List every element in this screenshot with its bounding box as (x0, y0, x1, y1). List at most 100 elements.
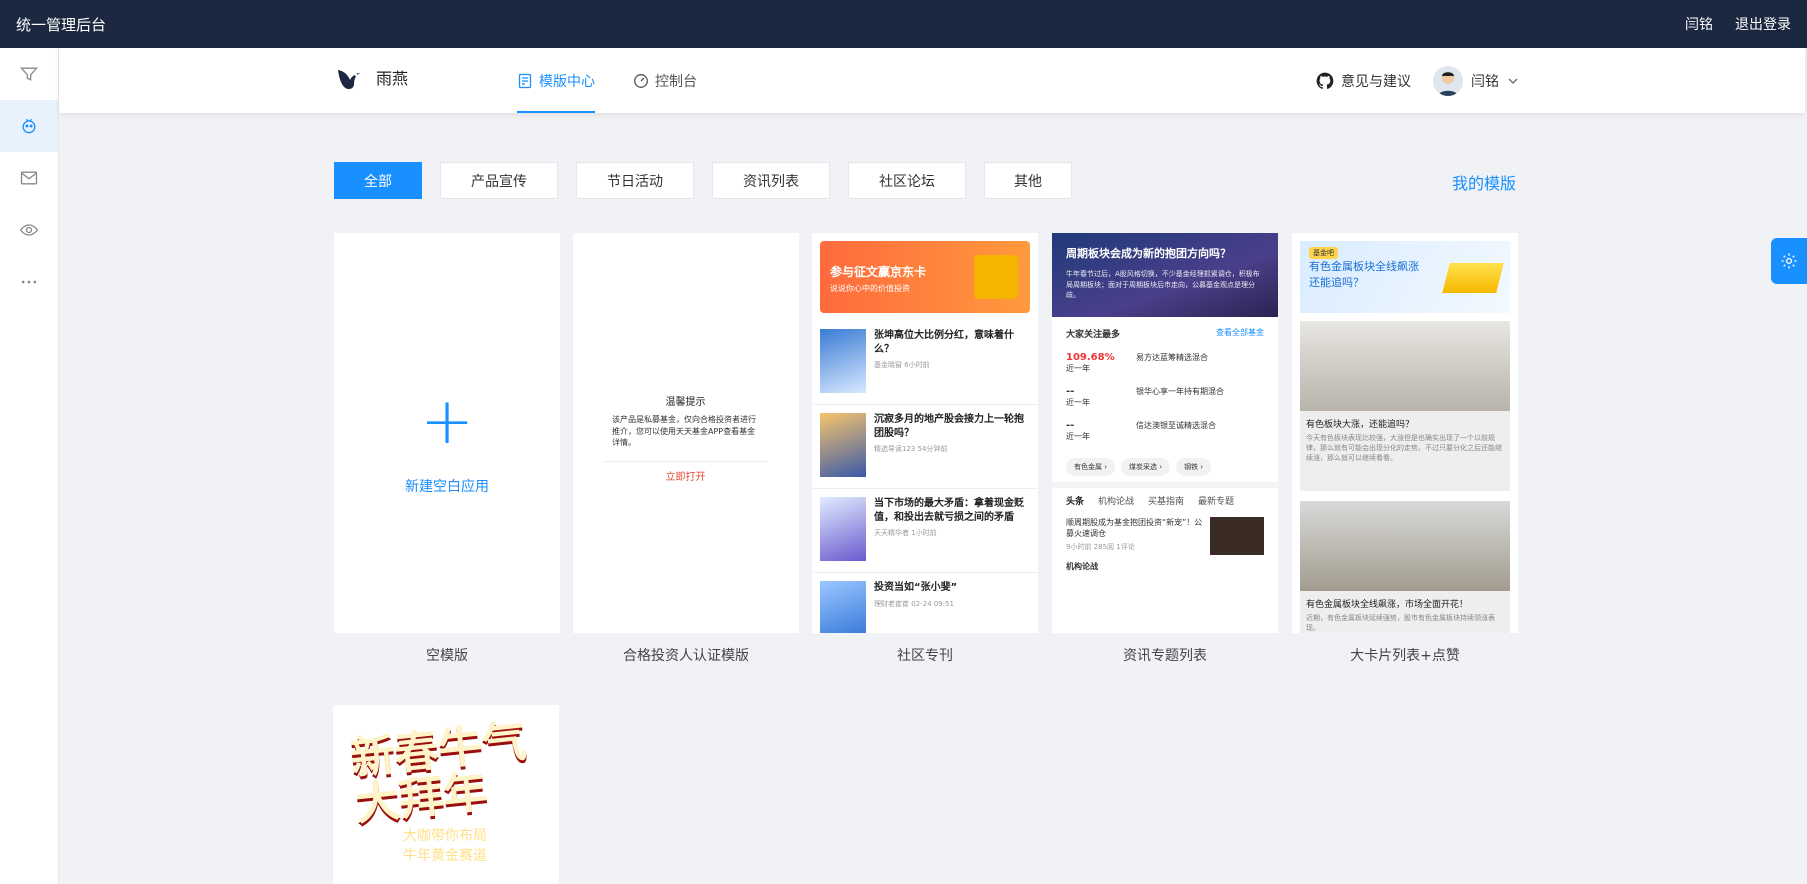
nav-item-filter[interactable] (0, 48, 58, 100)
header-right: 意见与建议 闫铭 (1315, 48, 1519, 113)
item-desc: 近期，有色金属板块延续强势，股市有色金属板块持续领涨表现。 (1306, 614, 1495, 632)
filter-all[interactable]: 全部 (334, 162, 422, 199)
chevron-down-icon (1508, 78, 1518, 84)
list-item: 张坤高位大比例分红，意味着什么？ 基金晓窗 6小时前 (812, 321, 1038, 405)
template-card-blank: + 新建空白应用 空模版 (334, 233, 560, 665)
logout-link[interactable]: 退出登录 (1735, 14, 1791, 34)
fund-return: -- (1066, 420, 1075, 431)
article-meta: 精选导读123 54分钟前 (874, 445, 948, 453)
article-meta: 天天精华者 1小时前 (874, 529, 937, 537)
article-title: 沉寂多月的地产股会接力上一轮抱团股吗？ (874, 414, 1024, 439)
chip: 有色金属 › (1066, 458, 1116, 476)
card-caption: 合格投资人认证模版 (623, 648, 749, 664)
card-caption: 空模版 (426, 648, 468, 664)
spring-headline: 新春牛气大拜年 (348, 715, 529, 831)
bot-icon (22, 118, 36, 134)
template-preview[interactable]: 周期板块会成为新的抱团方向吗？ 牛年春节过后，A股风格切换，不少基金经理抓紧调仓… (1052, 233, 1278, 633)
news-item-meta: 9小时前 285阅 1评论 (1066, 543, 1135, 551)
fund-period: 近一年 (1066, 364, 1090, 373)
eye-icon (19, 224, 39, 236)
news-tab: 机构论战 (1098, 497, 1135, 507)
category-filters: 全部 产品宣传 节日活动 资讯列表 社区论坛 其他 (334, 162, 1072, 199)
list-item: 投资当如“张小斐” 理财老崔崔 02-24 09:51 (812, 573, 1038, 633)
news-title: 周期板块会成为新的抱团方向吗？ (1066, 247, 1231, 260)
preview-banner: 基金吧 有色金属板块全线飙涨还能追吗？ (1300, 241, 1510, 313)
news-item-image (1210, 517, 1264, 555)
news-summary: 牛年春节过后，A股风格切换，不少基金经理抓紧调仓，积极布局周期板块；面对于周期板… (1066, 270, 1260, 299)
fund-name: 易方达蓝筹精选混合 (1136, 353, 1208, 362)
tab-console[interactable]: 控制台 (633, 48, 697, 113)
fund-row: -- 近一年 信达澳银至诚精选混合 (1066, 420, 1264, 442)
article-meta: 基金晓窗 6小时前 (874, 361, 930, 369)
feedback-label: 意见与建议 (1341, 73, 1411, 90)
article-image (820, 413, 866, 477)
brand[interactable]: 雨燕 (334, 62, 408, 92)
template-icon (518, 73, 532, 88)
news-item: 顺周期股成为基金抱团投资“新宠”！公募火速调仓 9小时前 285阅 1评论 (1052, 513, 1278, 559)
filter-community[interactable]: 社区论坛 (848, 162, 966, 199)
brand-name: 雨燕 (376, 69, 409, 88)
topbar-user[interactable]: 闫铭 (1685, 14, 1713, 34)
dashboard-icon (634, 73, 648, 88)
tab-template-center[interactable]: 模版中心 (517, 48, 595, 113)
filter-news-list[interactable]: 资讯列表 (712, 162, 830, 199)
header: 雨燕 模版中心 控制台 意见与建议 闫铭 (59, 48, 1805, 113)
tag-badge: 基金吧 (1309, 247, 1338, 259)
nav-item-bot[interactable] (0, 100, 58, 152)
spring-sub-line: 牛年黄金赛道 (403, 847, 487, 864)
template-preview[interactable]: 新春牛气大拜年 大咖带你布局 牛年黄金赛道 (333, 705, 559, 884)
template-card-investor: 温馨提示 该产品是私募基金，仅向合格投资者进行推介，您可以使用天天基金APP查看… (573, 233, 799, 665)
user-menu[interactable]: 闫铭 (1433, 65, 1519, 96)
fund-section: 大家关注最多 查看全部基金 109.68% 近一年 易方达蓝筹精选混合 -- 近一年 银华… (1052, 317, 1278, 452)
fund-row: 109.68% 近一年 易方达蓝筹精选混合 (1066, 352, 1264, 374)
nav-item-mail[interactable] (0, 152, 58, 204)
github-icon (1316, 72, 1334, 89)
fund-period: 近一年 (1066, 432, 1090, 441)
template-preview[interactable]: 温馨提示 该产品是私募基金，仅向合格投资者进行推介，您可以使用天天基金APP查看… (573, 233, 799, 633)
left-nav (0, 48, 59, 884)
template-card-news: 周期板块会成为新的抱团方向吗？ 牛年春节过后，A股风格切换，不少基金经理抓紧调仓… (1052, 233, 1278, 665)
article-image (820, 497, 866, 561)
my-templates-link[interactable]: 我的模版 (1452, 170, 1516, 194)
more-icon (21, 280, 37, 284)
gear-icon (1781, 253, 1797, 269)
news-item-title: 顺周期股成为基金抱团投资“新宠”！公募火速调仓 (1066, 518, 1203, 538)
item-title: 有色金属板块全线飙涨，市场全面开花！ (1306, 600, 1469, 610)
bottom-label: 机构论战 (1066, 562, 1098, 571)
nav-item-more[interactable] (0, 256, 58, 308)
news-tab: 买基指南 (1148, 497, 1185, 507)
article-title: 投资当如“张小斐” (874, 582, 958, 593)
new-blank-label: 新建空白应用 (405, 479, 489, 495)
article-image (820, 329, 866, 393)
list-item: 有色金属板块全线飙涨，市场全面开花！ 近期，有色金属板块延续强势，股市有色金属板… (1300, 591, 1510, 633)
top-bar: 统一管理后台 闫铭 退出登录 (0, 0, 1807, 48)
preview-banner: 参与征文赢京东卡 说说你心中的价值投资 (820, 241, 1030, 313)
template-preview[interactable]: 基金吧 有色金属板块全线飙涨还能追吗？ 有色板块大涨，还能追吗？ 今天有色板块表… (1292, 233, 1518, 633)
new-blank-app-button[interactable]: + 新建空白应用 (334, 233, 560, 633)
banner-title: 有色金属板块全线飙涨还能追吗？ (1309, 260, 1419, 289)
plus-icon: + (420, 385, 474, 459)
fund-name: 银华心享一年持有期混合 (1136, 387, 1224, 396)
nav-item-eye[interactable] (0, 204, 58, 256)
card-caption: 资讯专题列表 (1123, 648, 1207, 664)
article-meta: 理财老崔崔 02-24 09:51 (874, 599, 954, 608)
tab-label: 控制台 (655, 73, 697, 90)
feedback-link[interactable]: 意见与建议 (1315, 71, 1411, 91)
preview-modal: 温馨提示 该产品是私募基金，仅向合格投资者进行推介，您可以使用天天基金APP查看… (603, 385, 768, 489)
news-tab: 最新专题 (1198, 497, 1235, 507)
item-desc: 今天有色板块表现比较强，大涨但是也确实出现了一个以前规律，那么就有可能会出现分化… (1306, 434, 1502, 462)
template-preview[interactable]: 参与征文赢京东卡 说说你心中的价值投资 张坤高位大比例分红，意味着什么？ 基金晓窗… (812, 233, 1038, 633)
spring-sub: 大咖带你布局 牛年黄金赛道 (403, 827, 487, 866)
template-card-community: 参与征文赢京东卡 说说你心中的价值投资 张坤高位大比例分红，意味着什么？ 基金晓窗… (812, 233, 1038, 665)
news-tabs: 头条 机构论战 买基指南 最新专题 (1052, 482, 1278, 513)
filter-holiday[interactable]: 节日活动 (576, 162, 694, 199)
settings-button[interactable] (1771, 238, 1807, 284)
list-item: 沉寂多月的地产股会接力上一轮抱团股吗？ 精选导读123 54分钟前 (812, 405, 1038, 489)
article-image (820, 581, 866, 633)
filter-product[interactable]: 产品宣传 (440, 162, 558, 199)
tab-label: 模版中心 (539, 73, 595, 90)
fund-return: 109.68% (1066, 352, 1115, 363)
filter-other[interactable]: 其他 (984, 162, 1072, 199)
mail-icon (20, 171, 38, 185)
template-card-spring: 新春牛气大拜年 大咖带你布局 牛年黄金赛道 (333, 705, 559, 884)
